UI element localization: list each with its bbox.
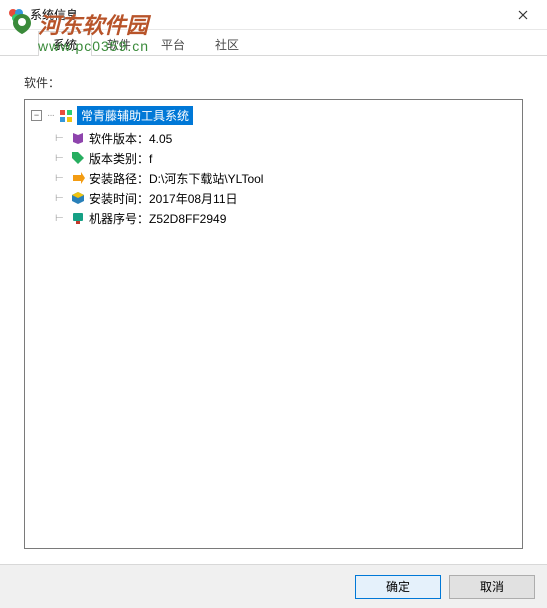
tree-root[interactable]: − ··· 常青藤辅助工具系统 (31, 106, 516, 125)
ok-button[interactable]: 确定 (355, 575, 441, 599)
tree-item[interactable]: ⊢ 安装路径：D:\河东下载站\YLTool (55, 168, 516, 188)
tab-system[interactable]: 系统 (38, 31, 92, 56)
cube-icon (71, 191, 85, 205)
close-button[interactable] (501, 1, 545, 29)
window-title: 系统信息 (30, 6, 501, 23)
tree-item-label: 安装时间：2017年08月11日 (89, 190, 238, 207)
device-icon (71, 211, 85, 225)
tree-item-label: 版本类别：f (89, 150, 152, 167)
tab-community[interactable]: 社区 (200, 31, 254, 56)
tree-item[interactable]: ⊢ 机器序号：Z52D8FF2949 (55, 208, 516, 228)
tab-software[interactable]: 软件 (92, 31, 146, 56)
tree-panel: − ··· 常青藤辅助工具系统 ⊢ 软件版本：4.05 ⊢ 版本类别：f ⊢ 安… (24, 99, 523, 549)
tab-platform[interactable]: 平台 (146, 31, 200, 56)
tree-item-label: 软件版本：4.05 (89, 130, 172, 147)
tree-item[interactable]: ⊢ 版本类别：f (55, 148, 516, 168)
tree-root-icon (59, 109, 73, 123)
section-label: 软件： (24, 74, 523, 91)
app-icon (8, 7, 24, 23)
tree-item[interactable]: ⊢ 软件版本：4.05 (55, 128, 516, 148)
tree-connector: ··· (47, 110, 54, 121)
tree-root-label: 常青藤辅助工具系统 (77, 106, 193, 125)
tree-expander[interactable]: − (31, 110, 42, 121)
cancel-button[interactable]: 取消 (449, 575, 535, 599)
titlebar: 系统信息 (0, 0, 547, 30)
tree-children: ⊢ 软件版本：4.05 ⊢ 版本类别：f ⊢ 安装路径：D:\河东下载站\YLT… (55, 128, 516, 228)
content-area: 软件： − ··· 常青藤辅助工具系统 ⊢ 软件版本：4.05 ⊢ 版本类别：f… (0, 56, 547, 567)
tree-item-label: 机器序号：Z52D8FF2949 (89, 210, 226, 227)
footer: 确定 取消 (0, 564, 547, 608)
tree-item-label: 安装路径：D:\河东下载站\YLTool (89, 170, 263, 187)
book-icon (71, 131, 85, 145)
tabbar: 系统 软件 平台 社区 (0, 30, 547, 56)
tag-icon (71, 151, 85, 165)
arrow-icon (71, 171, 85, 185)
tree-item[interactable]: ⊢ 安装时间：2017年08月11日 (55, 188, 516, 208)
